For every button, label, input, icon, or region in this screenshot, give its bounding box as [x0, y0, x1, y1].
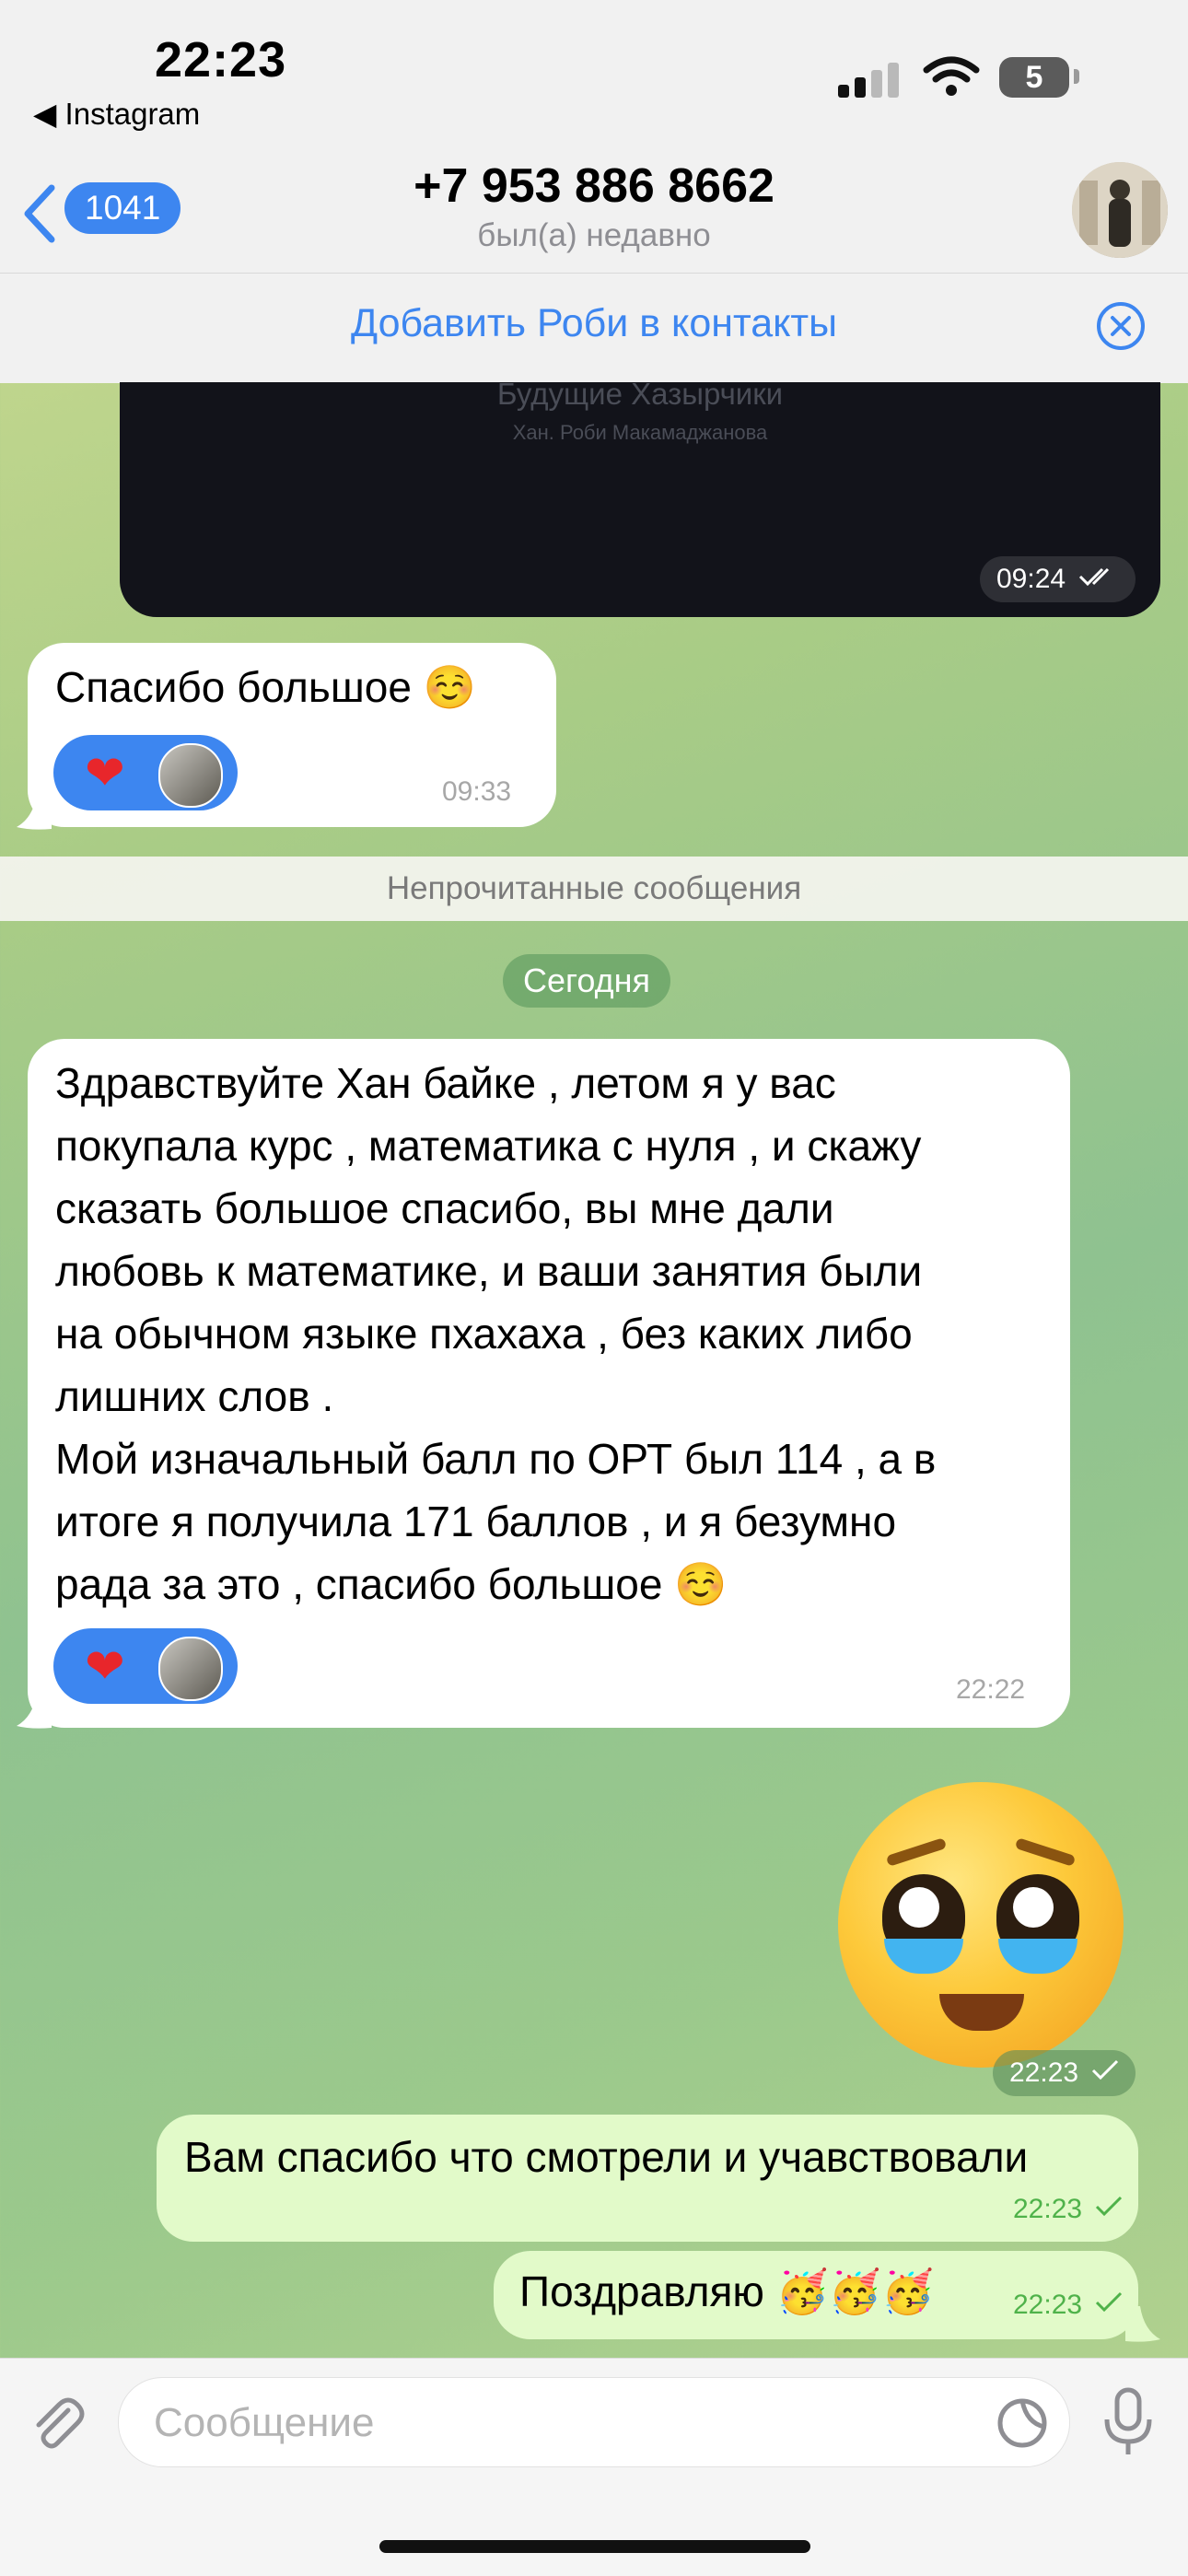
message-time: 22:23	[993, 2050, 1136, 2096]
reaction-badge[interactable]: ❤	[53, 735, 238, 810]
message-time: 09:33	[442, 776, 512, 807]
media-time: 09:24	[980, 556, 1136, 602]
date-separator: Сегодня	[503, 954, 670, 1008]
heart-icon: ❤	[85, 1640, 125, 1694]
message-time: 22:23	[1013, 2290, 1123, 2321]
bubble-tail	[1125, 2306, 1160, 2342]
message-time: 22:23	[1013, 2194, 1123, 2225]
media-caption-title: Будущие Хазырчики	[496, 382, 784, 411]
sticker-icon[interactable]	[996, 2396, 1049, 2450]
signal-icon	[838, 85, 849, 98]
wifi-icon	[923, 56, 980, 96]
pleading-face-emoji[interactable]	[838, 1782, 1124, 2068]
reaction-badge[interactable]: ❤	[53, 1628, 238, 1704]
check-icon	[1096, 2196, 1123, 2217]
add-contact-banner: Добавить Роби в контакты	[0, 273, 1188, 383]
outgoing-message[interactable]: Поздравляю 🥳🥳🥳 22:23	[494, 2251, 1138, 2339]
unread-messages-divider: Непрочитанные сообщения	[0, 857, 1188, 921]
status-icons: 5	[838, 55, 1087, 101]
message-text: Спасибо большое ☺️	[55, 663, 476, 711]
message-text: Вам спасибо что смотрели и учавствовали	[184, 2133, 1029, 2181]
check-icon	[1092, 2059, 1119, 2081]
incoming-message[interactable]: Здравствуйте Хан байке , летом я у вас п…	[28, 1039, 1070, 1728]
check-icon	[1096, 2291, 1123, 2313]
top-bar: 22:23 ◀ Instagram 5 1041 +7 953 886 8662…	[0, 0, 1188, 383]
outgoing-message[interactable]: Вам спасибо что смотрели и учавствовали …	[157, 2115, 1138, 2242]
incoming-message[interactable]: Спасибо большое ☺️ ❤ 09:33	[28, 643, 556, 827]
home-indicator[interactable]	[379, 2540, 810, 2553]
media-caption-subtitle: Хан. Роби Макамаджанова	[512, 421, 768, 444]
contact-status: был(а) недавно	[477, 217, 711, 253]
reactor-avatar	[158, 743, 223, 808]
message-input-placeholder: Сообщение	[154, 2400, 375, 2445]
message-input[interactable]: Сообщение	[118, 2377, 1070, 2467]
message-text: Поздравляю 🥳🥳🥳	[519, 2267, 935, 2315]
status-time: 22:23	[155, 32, 287, 87]
bubble-tail	[17, 1693, 52, 1729]
close-banner-icon[interactable]	[1096, 301, 1146, 351]
message-time: 22:22	[956, 1674, 1026, 1705]
message-text: Здравствуйте Хан байке , летом я у вас п…	[55, 1059, 937, 1608]
microphone-icon[interactable]	[1101, 2386, 1155, 2460]
double-check-icon	[1079, 567, 1110, 587]
bubble-tail	[17, 794, 52, 830]
contact-name[interactable]: +7 953 886 8662	[0, 158, 1188, 214]
avatar-photo	[1072, 162, 1168, 258]
attach-paperclip-icon[interactable]	[26, 2394, 87, 2454]
battery-icon: 5	[999, 57, 1069, 98]
back-to-app-link[interactable]: ◀ Instagram	[33, 96, 200, 132]
contact-avatar[interactable]	[1072, 162, 1168, 258]
heart-icon: ❤	[85, 747, 125, 800]
add-contact-button[interactable]: Добавить Роби в контакты	[0, 301, 1188, 346]
reactor-avatar	[158, 1637, 223, 1701]
